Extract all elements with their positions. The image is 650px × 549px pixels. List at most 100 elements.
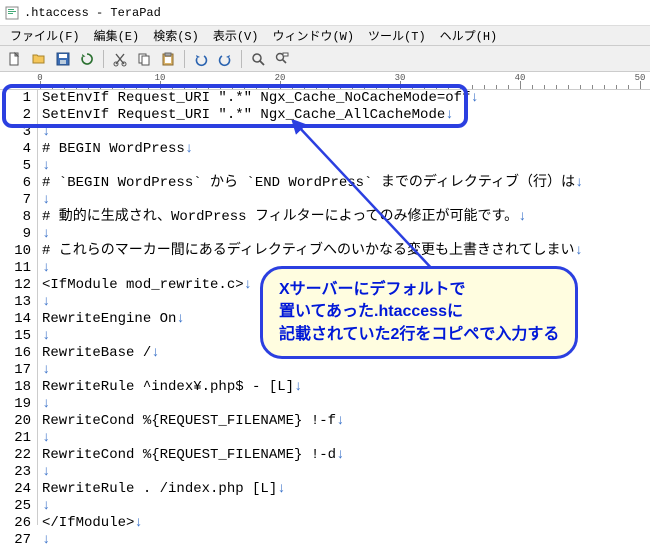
line-number: 22	[0, 447, 31, 464]
code-line[interactable]: # これらのマーカー間にあるディレクティブへのいかなる変更も上書きされてしまい↓	[42, 243, 650, 260]
code-line[interactable]: # `BEGIN WordPress` から `END WordPress` ま…	[42, 175, 650, 192]
code-line[interactable]: RewriteRule ^index¥.php$ - [L]↓	[42, 379, 650, 396]
code-line[interactable]: SetEnvIf Request_URI ".*" Ngx_Cache_AllC…	[42, 107, 650, 124]
eol-marker: ↓	[42, 260, 50, 276]
eol-marker: ↓	[42, 328, 50, 344]
redo-button[interactable]	[214, 48, 236, 70]
code-line[interactable]: # 動的に生成され、WordPress フィルターによってのみ修正が可能です。↓	[42, 209, 650, 226]
eol-marker: ↓	[42, 226, 50, 242]
eol-marker: ↓	[518, 209, 526, 225]
code-line[interactable]: ↓	[42, 498, 650, 515]
eol-marker: ↓	[470, 90, 478, 106]
menu-help[interactable]: ヘルプ(H)	[434, 25, 504, 46]
code-line[interactable]: ↓	[42, 532, 650, 549]
code-line[interactable]: </IfModule>↓	[42, 515, 650, 532]
undo-button[interactable]	[190, 48, 212, 70]
line-number: 4	[0, 141, 31, 158]
code-line[interactable]: ↓	[42, 226, 650, 243]
callout-line2: 置いてあった.htaccessに	[279, 301, 559, 323]
toolbar-separator	[184, 50, 185, 68]
menu-edit[interactable]: 編集(E)	[88, 25, 146, 46]
line-number: 12	[0, 277, 31, 294]
annotation-callout: Xサーバーにデフォルトで 置いてあった.htaccessに 記載されていた2行を…	[260, 266, 578, 359]
eol-marker: ↓	[575, 175, 583, 191]
eol-marker: ↓	[42, 498, 50, 514]
eol-marker: ↓	[185, 141, 193, 157]
line-number: 17	[0, 362, 31, 379]
callout-line3: 記載されていた2行をコピペで入力する	[279, 324, 559, 346]
line-number: 20	[0, 413, 31, 430]
line-number: 23	[0, 464, 31, 481]
app-icon	[4, 5, 20, 21]
eol-marker: ↓	[445, 107, 453, 123]
code-line[interactable]: RewriteCond %{REQUEST_FILENAME} !-f↓	[42, 413, 650, 430]
eol-marker: ↓	[42, 430, 50, 446]
code-line[interactable]: ↓	[42, 396, 650, 413]
toolbar-separator	[103, 50, 104, 68]
line-number: 21	[0, 430, 31, 447]
eol-marker: ↓	[294, 379, 302, 395]
eol-marker: ↓	[176, 311, 184, 327]
menu-window[interactable]: ウィンドウ(W)	[266, 25, 360, 46]
eol-marker: ↓	[134, 515, 142, 531]
code-line[interactable]: ↓	[42, 430, 650, 447]
code-line[interactable]: RewriteRule . /index.php [L]↓	[42, 481, 650, 498]
eol-marker: ↓	[42, 124, 50, 140]
code-line[interactable]: # BEGIN WordPress↓	[42, 141, 650, 158]
line-number: 19	[0, 396, 31, 413]
line-number: 27	[0, 532, 31, 549]
ruler-number: 30	[395, 73, 406, 83]
menubar: ファイル(F) 編集(E) 検索(S) 表示(V) ウィンドウ(W) ツール(T…	[0, 26, 650, 46]
reload-button[interactable]	[76, 48, 98, 70]
ruler-number: 20	[275, 73, 286, 83]
ruler-number: 40	[515, 73, 526, 83]
menu-search[interactable]: 検索(S)	[147, 25, 205, 46]
line-number: 7	[0, 192, 31, 209]
window-title: .htaccess - TeraPad	[24, 6, 161, 20]
code-line[interactable]: ↓	[42, 362, 650, 379]
cut-button[interactable]	[109, 48, 131, 70]
toolbar	[0, 46, 650, 72]
ruler-number: 10	[155, 73, 166, 83]
line-number: 3	[0, 124, 31, 141]
line-number-gutter: 1234567891011121314151617181920212223242…	[0, 90, 38, 525]
code-line[interactable]: ↓	[42, 464, 650, 481]
line-number: 11	[0, 260, 31, 277]
line-number: 13	[0, 294, 31, 311]
eol-marker: ↓	[42, 396, 50, 412]
copy-button[interactable]	[133, 48, 155, 70]
line-number: 6	[0, 175, 31, 192]
eol-marker: ↓	[42, 532, 50, 548]
paste-button[interactable]	[157, 48, 179, 70]
find-replace-button[interactable]	[271, 48, 293, 70]
callout-line1: Xサーバーにデフォルトで	[279, 279, 559, 301]
code-line[interactable]: SetEnvIf Request_URI ".*" Ngx_Cache_NoCa…	[42, 90, 650, 107]
eol-marker: ↓	[277, 481, 285, 497]
ruler-number: 50	[635, 73, 646, 83]
eol-marker: ↓	[151, 345, 159, 361]
line-number: 14	[0, 311, 31, 328]
save-button[interactable]	[52, 48, 74, 70]
code-line[interactable]: ↓	[42, 158, 650, 175]
code-line[interactable]: ↓	[42, 124, 650, 141]
eol-marker: ↓	[575, 243, 583, 259]
toolbar-separator	[241, 50, 242, 68]
code-line[interactable]: ↓	[42, 192, 650, 209]
new-file-button[interactable]	[4, 48, 26, 70]
open-file-button[interactable]	[28, 48, 50, 70]
editor[interactable]: 1234567891011121314151617181920212223242…	[0, 90, 650, 525]
line-number: 5	[0, 158, 31, 175]
code-line[interactable]: RewriteCond %{REQUEST_FILENAME} !-d↓	[42, 447, 650, 464]
menu-file[interactable]: ファイル(F)	[4, 25, 86, 46]
line-number: 2	[0, 107, 31, 124]
eol-marker: ↓	[244, 277, 252, 293]
ruler-number: 0	[37, 73, 42, 83]
find-button[interactable]	[247, 48, 269, 70]
eol-marker: ↓	[42, 464, 50, 480]
eol-marker: ↓	[336, 413, 344, 429]
menu-view[interactable]: 表示(V)	[207, 25, 265, 46]
titlebar: .htaccess - TeraPad	[0, 0, 650, 26]
menu-tool[interactable]: ツール(T)	[362, 25, 432, 46]
line-number: 25	[0, 498, 31, 515]
line-number: 8	[0, 209, 31, 226]
